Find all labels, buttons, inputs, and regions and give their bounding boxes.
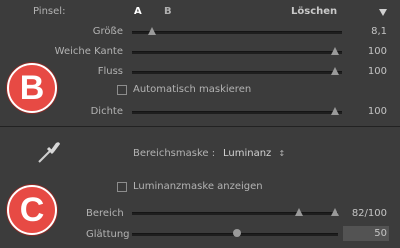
size-slider-thumb[interactable] <box>148 27 156 35</box>
brush-tab-b[interactable]: B <box>164 6 172 17</box>
range-mask-value: Luminanz <box>223 148 272 159</box>
show-mask-checkbox[interactable] <box>117 182 127 192</box>
range-slider-thumb-high[interactable] <box>331 208 339 216</box>
smooth-label: Glättung <box>86 229 130 240</box>
size-value[interactable]: 8,1 <box>371 26 387 37</box>
brush-label: Pinsel: <box>33 6 66 17</box>
badge-b: B <box>7 63 57 113</box>
range-value[interactable]: 82/100 <box>352 208 387 219</box>
density-slider-track[interactable] <box>132 111 342 114</box>
range-mask-select[interactable]: Luminanz ↕ <box>223 148 285 159</box>
range-label: Bereich <box>86 208 124 219</box>
badge-c: C <box>7 185 57 235</box>
density-label: Dichte <box>90 106 123 117</box>
smooth-value[interactable]: 50 <box>374 228 387 239</box>
density-slider-thumb[interactable] <box>331 107 339 115</box>
feather-value[interactable]: 100 <box>368 46 387 57</box>
feather-slider-thumb[interactable] <box>331 47 339 55</box>
show-mask-label[interactable]: Luminanzmaske anzeigen <box>133 181 263 192</box>
feather-label: Weiche Kante <box>54 46 123 57</box>
feather-slider-track[interactable] <box>132 51 342 54</box>
automask-label[interactable]: Automatisch maskieren <box>133 84 251 95</box>
eyedropper-icon[interactable] <box>33 137 63 167</box>
brush-tab-a[interactable]: A <box>134 6 142 17</box>
flow-slider-track[interactable] <box>132 71 342 74</box>
smooth-slider-thumb[interactable] <box>233 229 241 237</box>
range-slider-thumb-low[interactable] <box>295 208 303 216</box>
flow-slider-thumb[interactable] <box>331 67 339 75</box>
flow-label: Fluss <box>97 66 123 77</box>
range-mask-label: Bereichsmaske : <box>133 148 216 159</box>
flow-value[interactable]: 100 <box>368 66 387 77</box>
updown-chevron-icon: ↕ <box>278 149 286 158</box>
density-value[interactable]: 100 <box>368 106 387 117</box>
section-divider <box>0 126 400 127</box>
erase-button[interactable]: Löschen <box>291 6 337 17</box>
automask-checkbox[interactable] <box>117 85 127 95</box>
range-slider-track[interactable] <box>132 212 338 215</box>
triangle-down-icon[interactable] <box>379 9 387 16</box>
size-label: Größe <box>92 26 123 37</box>
size-slider-track[interactable] <box>132 31 342 34</box>
